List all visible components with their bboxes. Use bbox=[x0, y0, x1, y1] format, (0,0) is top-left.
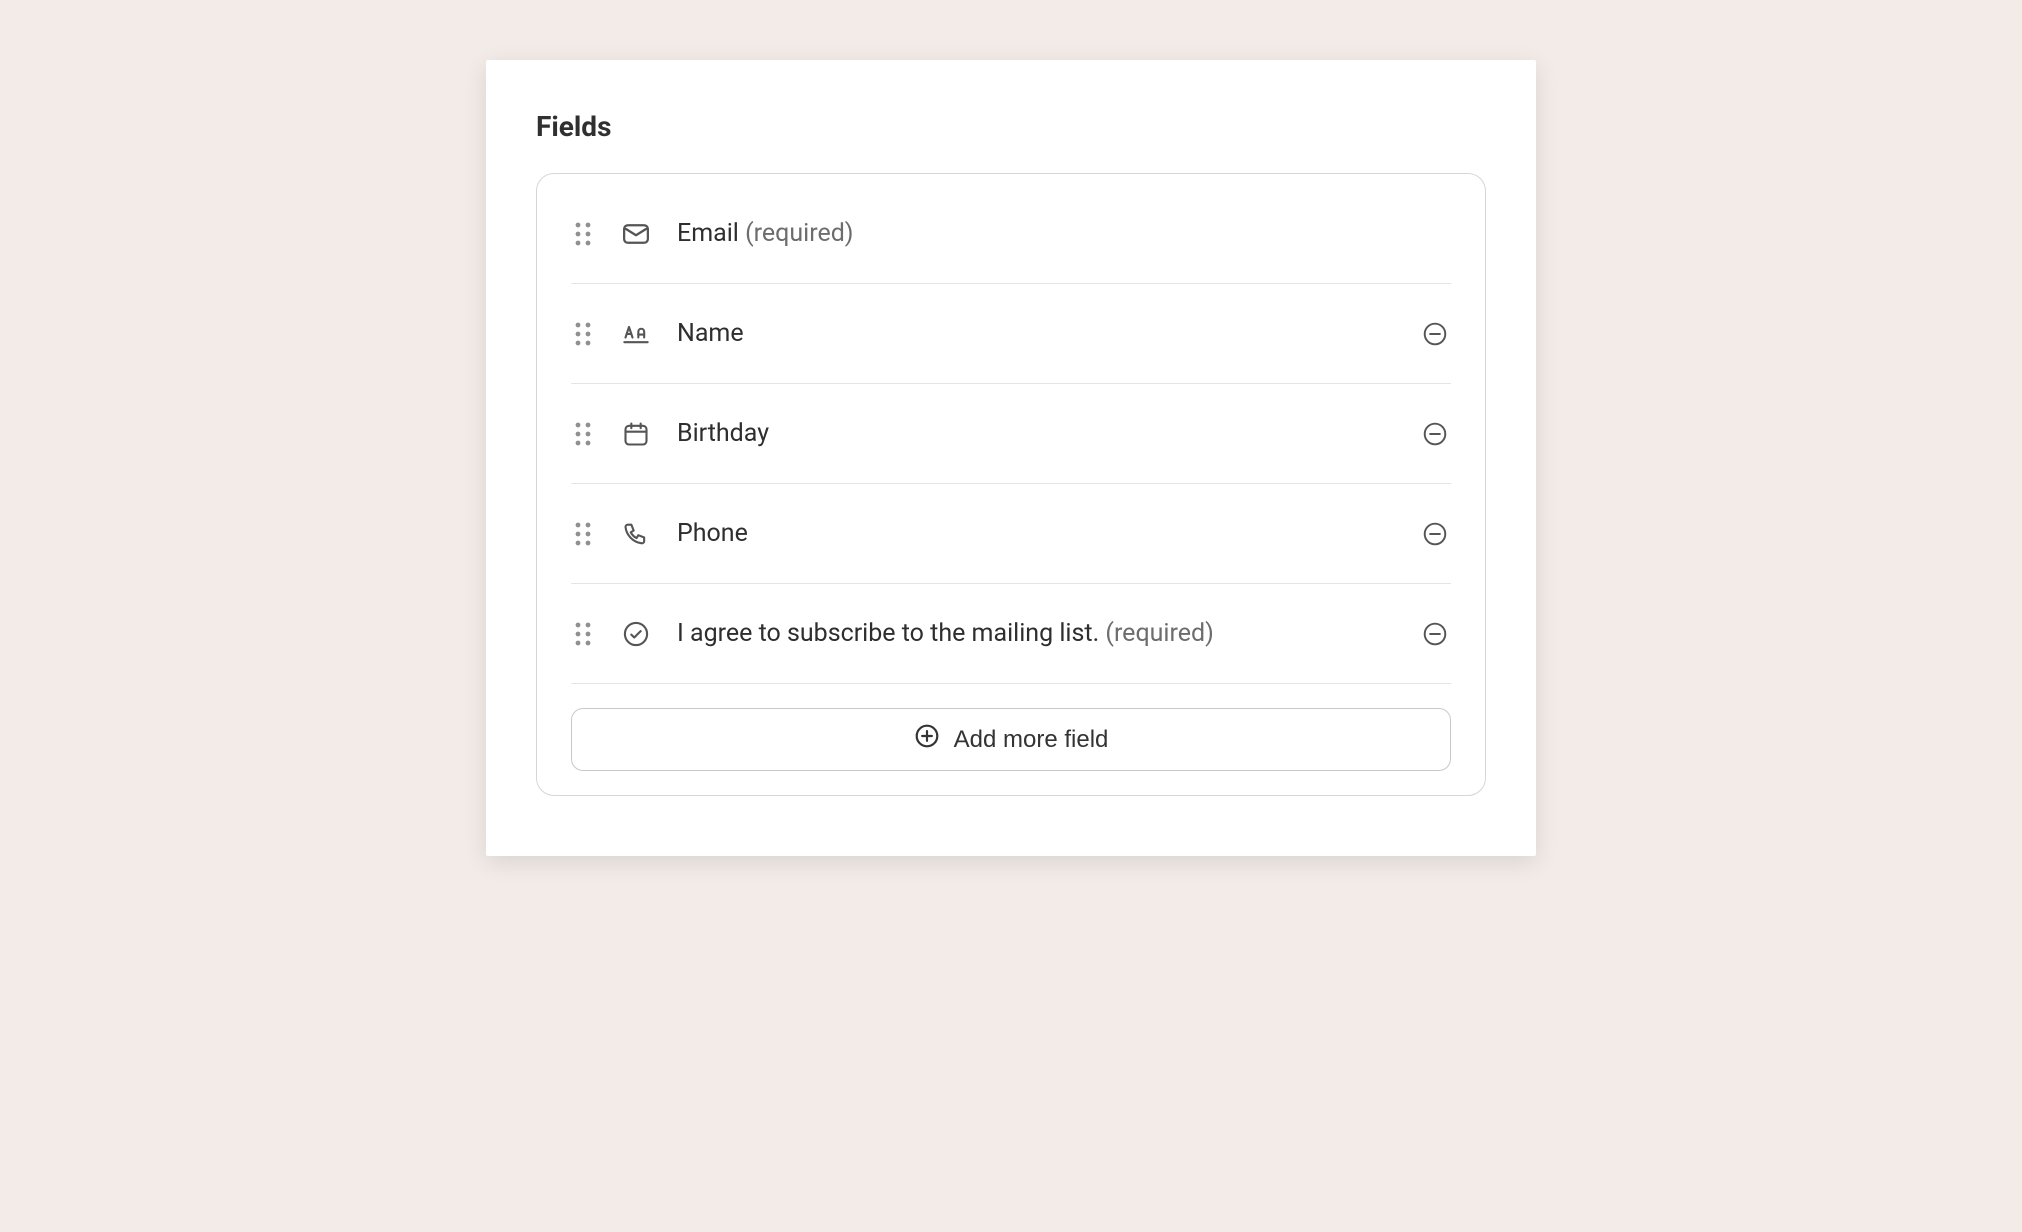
drag-handle-icon[interactable] bbox=[571, 317, 595, 351]
check-circle-icon bbox=[619, 617, 653, 651]
remove-button[interactable] bbox=[1419, 418, 1451, 450]
phone-icon bbox=[619, 517, 653, 551]
text-icon bbox=[619, 317, 653, 351]
mail-icon bbox=[619, 217, 653, 251]
drag-handle-icon[interactable] bbox=[571, 517, 595, 551]
remove-button[interactable] bbox=[1419, 618, 1451, 650]
field-required-suffix: (required) bbox=[1099, 619, 1214, 648]
field-label-text: Name bbox=[677, 319, 744, 348]
field-row-consent[interactable]: I agree to subscribe to the mailing list… bbox=[571, 584, 1451, 684]
field-label: I agree to subscribe to the mailing list… bbox=[677, 616, 1395, 651]
drag-handle-icon[interactable] bbox=[571, 217, 595, 251]
field-required-suffix: (required) bbox=[739, 219, 854, 248]
field-label-text: I agree to subscribe to the mailing list… bbox=[677, 619, 1099, 648]
field-label-text: Phone bbox=[677, 519, 748, 548]
field-row-name[interactable]: Name bbox=[571, 284, 1451, 384]
field-label: Phone bbox=[677, 516, 1395, 551]
plus-circle-icon bbox=[914, 723, 940, 756]
field-label-text: Email bbox=[677, 219, 739, 248]
field-row-email[interactable]: Email (required) bbox=[571, 184, 1451, 284]
field-label: Email (required) bbox=[677, 216, 1451, 251]
section-title: Fields bbox=[536, 110, 1486, 143]
field-row-birthday[interactable]: Birthday bbox=[571, 384, 1451, 484]
remove-button[interactable] bbox=[1419, 318, 1451, 350]
add-button-label: Add more field bbox=[954, 726, 1109, 754]
field-row-phone[interactable]: Phone bbox=[571, 484, 1451, 584]
field-label: Name bbox=[677, 316, 1395, 351]
field-label: Birthday bbox=[677, 416, 1395, 451]
add-more-field-button[interactable]: Add more field bbox=[571, 708, 1451, 771]
drag-handle-icon[interactable] bbox=[571, 617, 595, 651]
drag-handle-icon[interactable] bbox=[571, 417, 595, 451]
remove-button[interactable] bbox=[1419, 518, 1451, 550]
fields-card: Fields Email (required) bbox=[486, 60, 1536, 856]
fields-box: Email (required) bbox=[536, 173, 1486, 796]
field-label-text: Birthday bbox=[677, 419, 769, 448]
calendar-icon bbox=[619, 417, 653, 451]
